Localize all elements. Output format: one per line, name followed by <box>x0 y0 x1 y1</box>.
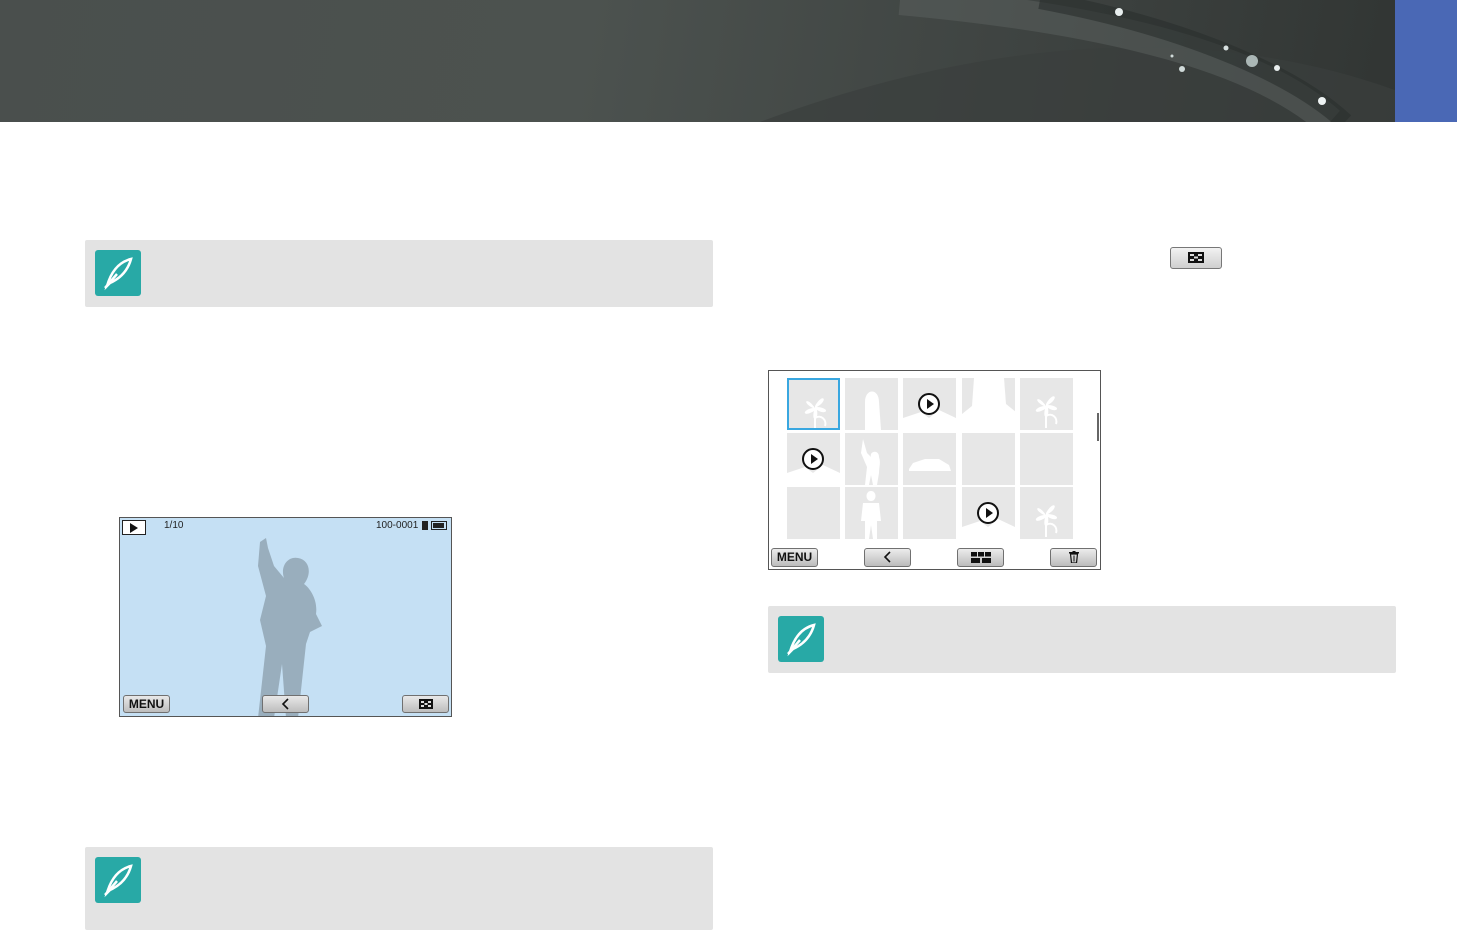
delete-button[interactable] <box>1050 548 1097 567</box>
thumbnail-view-button[interactable] <box>402 695 449 713</box>
trash-icon <box>1068 551 1079 564</box>
thumbnail-blank[interactable] <box>1020 433 1073 485</box>
menu-button[interactable]: MENU <box>771 548 818 567</box>
thumbnail-blank[interactable] <box>787 487 840 539</box>
thumbnail-man[interactable] <box>845 487 898 539</box>
note-box-right <box>768 606 1396 673</box>
child-silhouette-image <box>258 538 322 716</box>
note-pen-icon <box>95 250 141 296</box>
back-button[interactable] <box>262 695 309 713</box>
thumbnail-portrait[interactable] <box>962 378 1015 430</box>
thumbnail-image <box>861 491 881 539</box>
thumbnail-person[interactable] <box>845 378 898 430</box>
thumbnail-scene[interactable] <box>903 378 956 430</box>
play-mode-icon <box>122 520 146 535</box>
thumbnail-image <box>962 378 1015 430</box>
thumbnail-image <box>909 459 951 471</box>
thumbnail-button-inline <box>1170 247 1222 269</box>
chapter-tab <box>1395 0 1457 122</box>
file-number: 100-0001 <box>376 520 419 531</box>
banner-swoosh-graphic <box>760 0 1395 122</box>
menu-button[interactable]: MENU <box>123 695 170 713</box>
thumbnail-image <box>804 398 827 428</box>
note-pen-icon <box>95 857 141 903</box>
thumbnail-blank[interactable] <box>903 487 956 539</box>
memory-card-icon <box>422 521 428 530</box>
thumbnail-blank[interactable] <box>962 433 1015 485</box>
video-play-icon <box>977 502 999 524</box>
thumbnail-scene[interactable] <box>787 433 840 485</box>
video-play-icon <box>802 448 824 470</box>
image-counter: 1/10 <box>164 520 184 531</box>
thumbnail-image <box>1035 396 1058 428</box>
thumbnail-image <box>1035 505 1058 537</box>
thumbnail-car[interactable] <box>903 433 956 485</box>
thumbnail-scene[interactable] <box>962 487 1015 539</box>
battery-icon <box>431 521 447 530</box>
back-button[interactable] <box>864 548 911 567</box>
chapter-banner <box>0 0 1457 122</box>
back-arrow-icon <box>883 551 891 563</box>
note-box-bottom <box>85 847 713 930</box>
thumbnail-image <box>861 439 880 485</box>
thumbnail-flower[interactable] <box>787 378 840 430</box>
note-pen-icon <box>778 616 824 662</box>
thumbnail-child[interactable] <box>845 433 898 485</box>
thumbnail-view-icon <box>1188 252 1204 263</box>
thumbnail-screen: MENU <box>768 370 1101 570</box>
calendar-view-icon <box>970 552 991 563</box>
video-play-icon <box>918 393 940 415</box>
calendar-view-button[interactable] <box>957 548 1004 567</box>
back-arrow-icon <box>281 698 289 710</box>
scrollbar[interactable] <box>1097 413 1099 441</box>
thumbnail-flower[interactable] <box>1020 487 1073 539</box>
playback-screen: 1/10 100-0001 MENU <box>119 517 452 717</box>
thumbnail-view-icon <box>418 699 433 709</box>
thumbnail-image <box>865 391 881 430</box>
thumbnail-flower[interactable] <box>1020 378 1073 430</box>
note-box-top <box>85 240 713 307</box>
